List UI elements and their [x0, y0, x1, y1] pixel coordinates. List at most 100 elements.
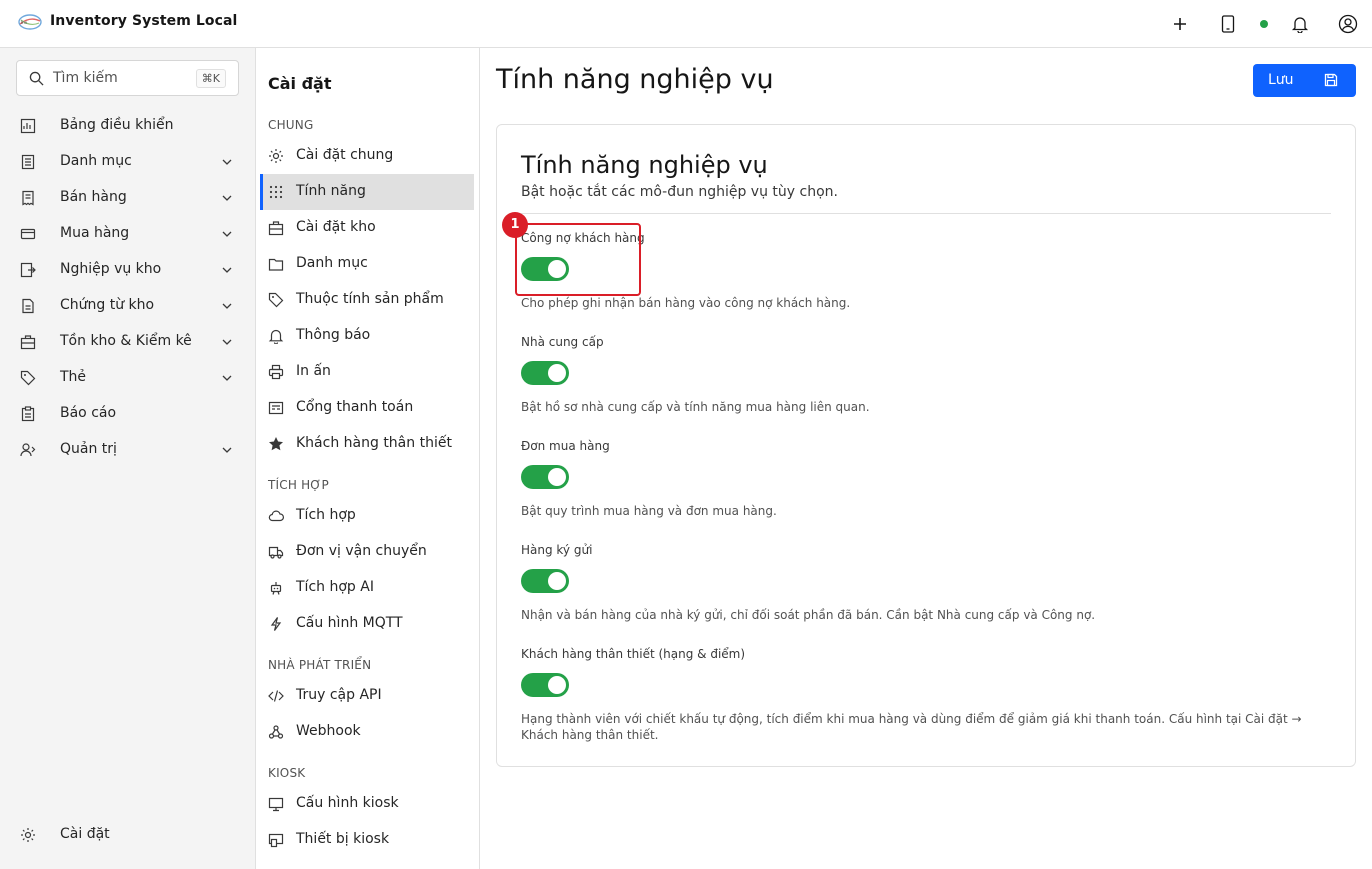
brand-logo-icon[interactable]: Inv — [17, 12, 43, 32]
sidebar-item-dashboard[interactable]: Bảng điều khiển — [0, 108, 256, 144]
sidebar-item-label: Bảng điều khiển — [60, 117, 174, 133]
settings-item-general[interactable]: Cài đặt chung — [260, 138, 474, 174]
warehouse-ops-icon — [20, 262, 36, 278]
sidebar-item-settings[interactable]: Cài đặt — [0, 817, 256, 853]
left-sidebar: Tìm kiếm ⌘K Bảng điều khiển Danh mục Bán… — [0, 48, 256, 869]
settings-item-webhook[interactable]: Webhook — [260, 714, 474, 750]
settings-item-mqtt[interactable]: Cấu hình MQTT — [260, 606, 474, 642]
sidebar-item-purchasing[interactable]: Mua hàng — [0, 216, 256, 252]
plus-icon[interactable] — [1168, 12, 1192, 36]
features-card: Tính năng nghiệp vụ Bật hoặc tắt các mô-… — [496, 124, 1356, 767]
toggle-knob — [548, 572, 566, 590]
feature-label: Công nợ khách hàng — [521, 231, 645, 245]
consignment-toggle[interactable] — [521, 569, 569, 593]
sidebar-item-label: Thẻ — [60, 369, 87, 385]
sidebar-item-catalog[interactable]: Danh mục — [0, 144, 256, 180]
tag-icon — [268, 292, 284, 308]
dashboard-icon — [20, 118, 36, 134]
top-header: Inv Inventory System Local — [0, 0, 1372, 48]
settings-nav-title: Cài đặt — [268, 74, 332, 93]
settings-nav: Cài đặt CHUNG Cài đặt chung Tính năng Cà… — [256, 48, 480, 869]
sidebar-item-sales[interactable]: Bán hàng — [0, 180, 256, 216]
toggle-knob — [548, 364, 566, 382]
chevron-down-icon[interactable] — [220, 443, 234, 457]
divider — [521, 213, 1331, 214]
inventory-icon — [20, 334, 36, 350]
catalog-icon — [20, 154, 36, 170]
cloud-icon — [268, 508, 284, 524]
settings-item-label: Webhook — [296, 723, 361, 739]
settings-item-label: In ấn — [296, 363, 331, 379]
report-icon — [20, 406, 36, 422]
page-title: Tính năng nghiệp vụ — [496, 64, 774, 95]
settings-item-payment-gateway[interactable]: Cổng thanh toán — [260, 390, 474, 426]
settings-item-product-attributes[interactable]: Thuộc tính sản phẩm — [260, 282, 474, 318]
loyalty-toggle[interactable] — [521, 673, 569, 697]
feature-label: Hàng ký gửi — [521, 543, 593, 557]
kiosk-device-icon — [268, 832, 284, 848]
settings-item-api-access[interactable]: Truy cập API — [260, 678, 474, 714]
webhook-icon — [268, 724, 284, 740]
chevron-down-icon[interactable] — [220, 335, 234, 349]
sidebar-item-label: Mua hàng — [60, 225, 130, 241]
monitor-icon — [268, 796, 284, 812]
sidebar-item-label: Cài đặt — [60, 826, 110, 842]
search-input[interactable]: Tìm kiếm ⌘K — [16, 60, 239, 96]
settings-item-notifications[interactable]: Thông báo — [260, 318, 474, 354]
gear-icon — [268, 148, 284, 164]
settings-item-label: Cổng thanh toán — [296, 399, 414, 415]
sidebar-item-label: Báo cáo — [60, 405, 117, 421]
sidebar-item-admin[interactable]: Quản trị — [0, 432, 256, 468]
settings-item-shipping[interactable]: Đơn vị vận chuyển — [260, 534, 474, 570]
card-title: Tính năng nghiệp vụ — [521, 151, 768, 179]
card-description: Bật hoặc tắt các mô-đun nghiệp vụ tùy ch… — [521, 184, 838, 200]
save-button[interactable]: Lưu — [1253, 64, 1356, 97]
chevron-down-icon[interactable] — [220, 227, 234, 241]
tablet-icon[interactable] — [1216, 12, 1240, 36]
settings-item-kiosk-devices[interactable]: Thiết bị kiosk — [260, 822, 474, 858]
nav-group-label: NHÀ PHÁT TRIỂN — [268, 658, 372, 672]
bell-icon — [268, 328, 284, 344]
settings-item-label: Truy cập API — [296, 687, 382, 703]
toggle-knob — [548, 260, 566, 278]
suppliers-toggle[interactable] — [521, 361, 569, 385]
purchase-orders-toggle[interactable] — [521, 465, 569, 489]
feature-help: Bật quy trình mua hàng và đơn mua hàng. — [521, 504, 777, 518]
settings-item-label: Thuộc tính sản phẩm — [296, 291, 444, 307]
chevron-down-icon[interactable] — [220, 299, 234, 313]
chevron-down-icon[interactable] — [220, 263, 234, 277]
chevron-down-icon[interactable] — [220, 371, 234, 385]
feature-help: Bật hồ sơ nhà cung cấp và tính năng mua … — [521, 400, 870, 414]
payment-gateway-icon — [268, 400, 284, 416]
sidebar-item-tags[interactable]: Thẻ — [0, 360, 256, 396]
toggle-knob — [548, 468, 566, 486]
settings-item-catalog[interactable]: Danh mục — [260, 246, 474, 282]
folder-icon — [268, 256, 284, 272]
settings-item-printing[interactable]: In ấn — [260, 354, 474, 390]
customer-debt-toggle[interactable] — [521, 257, 569, 281]
chevron-down-icon[interactable] — [220, 155, 234, 169]
code-icon — [268, 688, 284, 704]
settings-item-ai[interactable]: Tích hợp AI — [260, 570, 474, 606]
sidebar-item-label: Nghiệp vụ kho — [60, 261, 162, 277]
svg-text:Inv: Inv — [21, 20, 28, 25]
user-avatar-icon[interactable] — [1336, 12, 1360, 36]
settings-item-features[interactable]: Tính năng — [260, 174, 474, 210]
settings-item-warehouse[interactable]: Cài đặt kho — [260, 210, 474, 246]
settings-item-integrations[interactable]: Tích hợp — [260, 498, 474, 534]
warehouse-icon — [268, 220, 284, 236]
settings-item-loyalty[interactable]: Khách hàng thân thiết — [260, 426, 474, 462]
sidebar-item-warehouse-docs[interactable]: Chứng từ kho — [0, 288, 256, 324]
sidebar-item-warehouse-ops[interactable]: Nghiệp vụ kho — [0, 252, 256, 288]
nav-group-label: KIOSK — [268, 766, 306, 780]
settings-item-kiosk-config[interactable]: Cấu hình kiosk — [260, 786, 474, 822]
robot-icon — [268, 580, 284, 596]
star-icon — [268, 436, 284, 452]
settings-item-label: Cấu hình kiosk — [296, 795, 399, 811]
bell-icon[interactable] — [1288, 12, 1312, 36]
search-icon — [29, 71, 44, 86]
sidebar-item-reports[interactable]: Báo cáo — [0, 396, 256, 432]
sidebar-item-inventory[interactable]: Tồn kho & Kiểm kê — [0, 324, 256, 360]
settings-item-label: Đơn vị vận chuyển — [296, 543, 427, 559]
chevron-down-icon[interactable] — [220, 191, 234, 205]
